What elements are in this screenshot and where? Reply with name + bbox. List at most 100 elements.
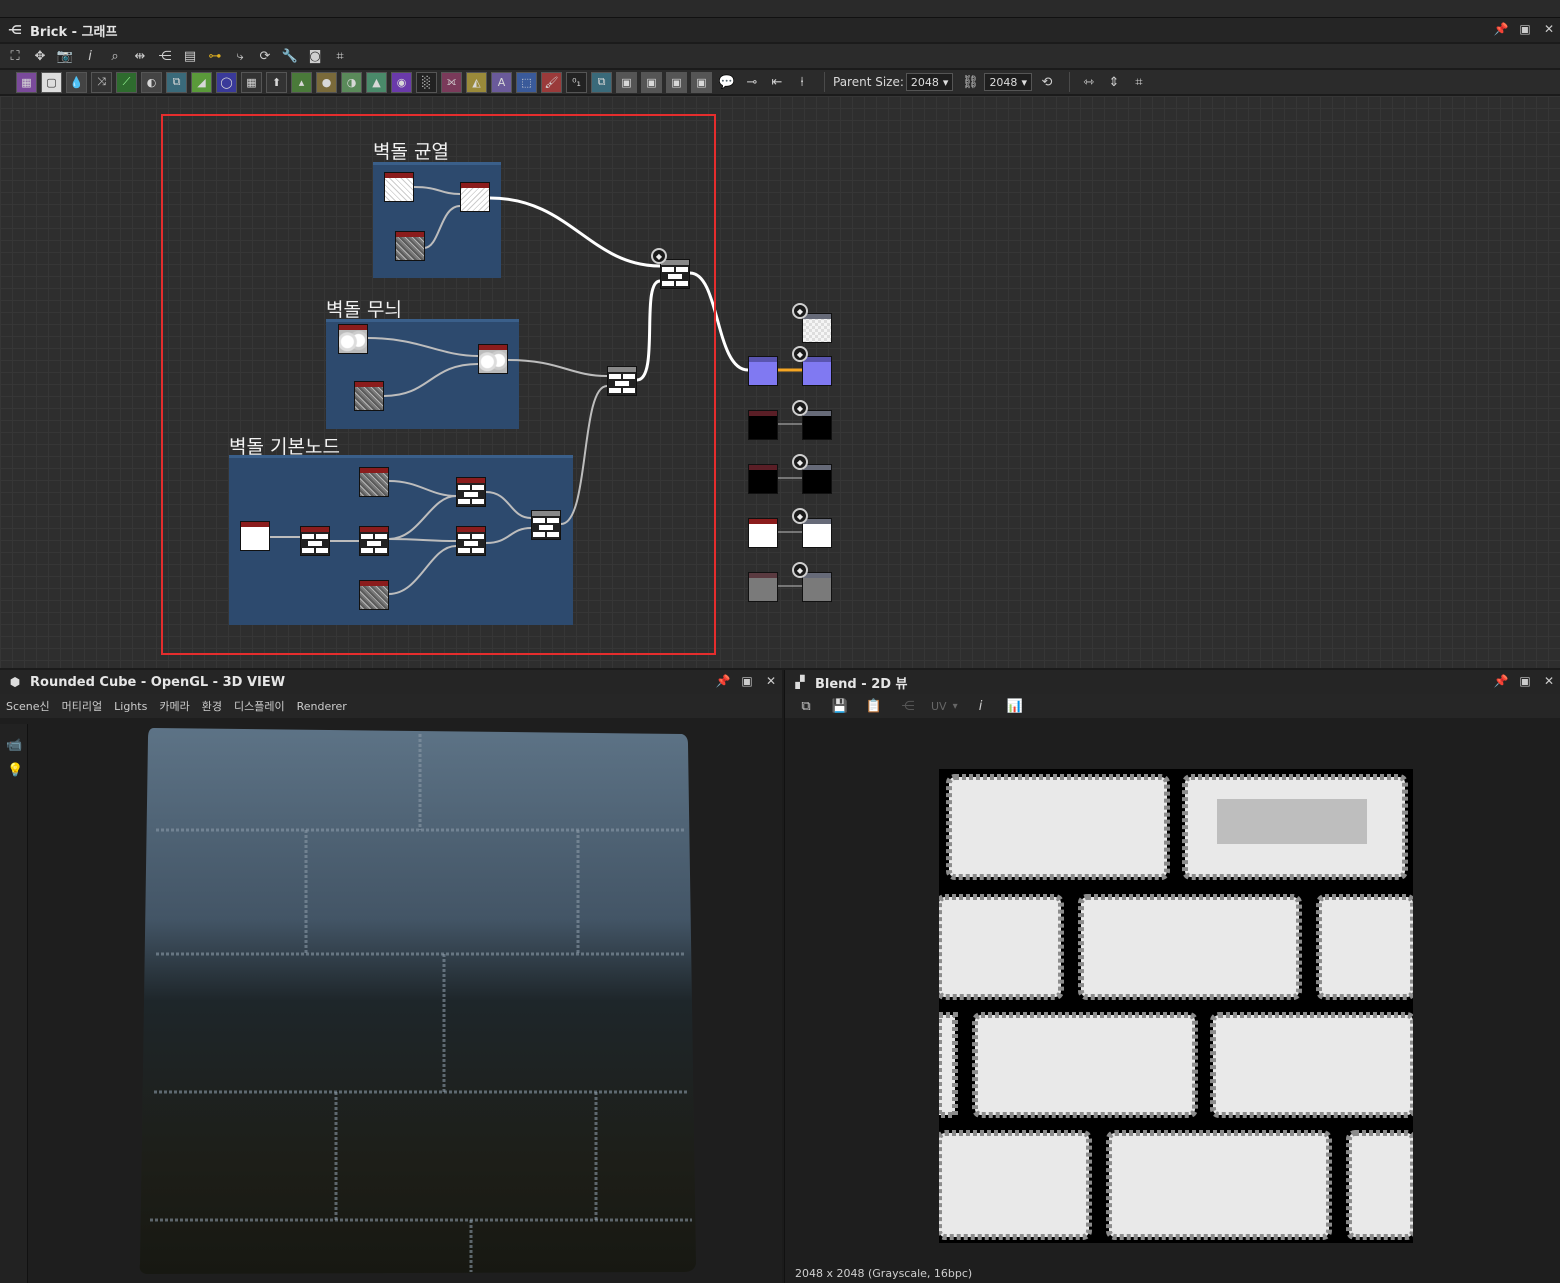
frame-all-icon[interactable]: ⛶ bbox=[4, 45, 26, 67]
save-icon[interactable]: 💾 bbox=[829, 695, 851, 717]
node-metallic[interactable] bbox=[748, 464, 778, 494]
atom-text-icon[interactable]: A bbox=[491, 71, 512, 93]
graph-panel-header: ⋲ Brick - 그래프 📌 ▣ ✕ bbox=[0, 18, 1560, 42]
menu-display[interactable]: 디스플레이 bbox=[234, 698, 285, 714]
output-normal[interactable] bbox=[802, 356, 832, 386]
maximize-icon[interactable]: ▣ bbox=[740, 674, 754, 688]
atom-transform-icon[interactable]: ⧉ bbox=[166, 71, 187, 93]
info-icon[interactable]: i bbox=[970, 695, 992, 717]
atom-levels-icon[interactable]: ◑ bbox=[341, 71, 362, 93]
close-icon[interactable]: ✕ bbox=[1542, 674, 1556, 688]
atom-sample-c-icon[interactable]: ▣ bbox=[666, 71, 687, 93]
atom-shuffle-icon[interactable]: ⤨ bbox=[91, 71, 112, 93]
atom-gradient-icon[interactable]: ◢ bbox=[191, 71, 212, 93]
atom-grid-icon[interactable]: ▦ bbox=[241, 71, 262, 93]
atom-sample-b-icon[interactable]: ▣ bbox=[641, 71, 662, 93]
atom-svg-icon[interactable]: ▢ bbox=[41, 71, 62, 93]
node-ao[interactable] bbox=[748, 518, 778, 548]
atom-tile-icon[interactable]: ⧉ bbox=[591, 71, 612, 93]
graph-canvas[interactable]: 벽돌 균열 벽돌 무늬 벽돌 기본노드 ◆ ◆ ◆ ◆ ◆ ◆ ◆ bbox=[0, 96, 1560, 668]
output-badge-icon: ◆ bbox=[792, 346, 808, 362]
distribute-v-icon[interactable]: ⇕ bbox=[1103, 71, 1125, 93]
viewport-2d-texture[interactable] bbox=[939, 769, 1413, 1243]
library-icon[interactable]: ▤ bbox=[179, 45, 201, 67]
histogram-icon[interactable]: 📊 bbox=[1004, 695, 1026, 717]
atom-histogram-icon[interactable]: ▲ bbox=[366, 71, 387, 93]
comment-icon[interactable]: 💬 bbox=[716, 71, 738, 93]
viewport-3d-render[interactable] bbox=[136, 724, 702, 1280]
atom-hsl-icon[interactable]: ◉ bbox=[391, 71, 412, 93]
menu-camera[interactable]: 카메라 bbox=[159, 698, 189, 714]
uv-toggle[interactable]: UV bbox=[931, 700, 947, 713]
maximize-icon[interactable]: ▣ bbox=[1518, 22, 1532, 36]
refresh-icon[interactable]: ⟳ bbox=[254, 45, 276, 67]
atom-bitmap-icon[interactable]: ▦ bbox=[16, 71, 37, 93]
node-normal[interactable] bbox=[748, 356, 778, 386]
atom-frame-icon[interactable]: ⬚ bbox=[516, 71, 537, 93]
input-icon[interactable]: ⇤ bbox=[766, 71, 788, 93]
atom-warp-icon[interactable]: ⟗ bbox=[441, 71, 462, 93]
atom-emboss-icon[interactable]: ⬆ bbox=[266, 71, 287, 93]
atom-value-icon[interactable]: ⁰₁ bbox=[566, 71, 587, 93]
menu-environment[interactable]: 환경 bbox=[202, 698, 222, 714]
output-height[interactable] bbox=[802, 572, 832, 602]
parent-size-value: 2048 bbox=[910, 75, 939, 89]
search-icon[interactable]: ⌕ bbox=[104, 45, 126, 67]
export-icon[interactable]: ◙ bbox=[304, 45, 326, 67]
view3d-panel: ⬢ Rounded Cube - OpenGL - 3D VIEW 📌 ▣ ✕ … bbox=[0, 670, 782, 1283]
crop-icon[interactable]: ⌗ bbox=[329, 45, 351, 67]
maximize-icon[interactable]: ▣ bbox=[1518, 674, 1532, 688]
node-height[interactable] bbox=[748, 572, 778, 602]
output-metallic[interactable] bbox=[802, 464, 832, 494]
move-icon[interactable]: ✥ bbox=[29, 45, 51, 67]
light-bulb-icon[interactable]: 💡 bbox=[7, 763, 27, 778]
output-ao[interactable] bbox=[802, 518, 832, 548]
close-icon[interactable]: ✕ bbox=[764, 674, 778, 688]
camera-icon[interactable]: 📷 bbox=[54, 45, 76, 67]
atom-sample-a-icon[interactable]: ▣ bbox=[616, 71, 637, 93]
output-basecolor[interactable] bbox=[802, 313, 832, 343]
atom-sample-d-icon[interactable]: ▣ bbox=[691, 71, 712, 93]
wrench-icon[interactable]: 🔧 bbox=[279, 45, 301, 67]
node-roughness[interactable] bbox=[748, 410, 778, 440]
menu-scene[interactable]: Scene신 bbox=[6, 698, 50, 714]
atom-distance-icon[interactable]: ● bbox=[316, 71, 337, 93]
link-icon[interactable]: ⊶ bbox=[204, 45, 226, 67]
video-camera-icon[interactable]: 📹 bbox=[6, 738, 27, 753]
share-icon[interactable]: ⋲ bbox=[897, 695, 919, 717]
output-size-combo[interactable]: 2048 ▾ bbox=[984, 73, 1032, 91]
pin-node-icon[interactable]: ⍿ bbox=[791, 71, 813, 93]
atom-mirror-icon[interactable]: ◭ bbox=[466, 71, 487, 93]
atom-noise-icon[interactable]: ░ bbox=[416, 71, 437, 93]
clipboard-icon[interactable]: 📋 bbox=[863, 695, 885, 717]
distribute-h-icon[interactable]: ⇿ bbox=[1078, 71, 1100, 93]
pin-icon[interactable]: 📌 bbox=[716, 674, 731, 688]
menu-material[interactable]: 머티리얼 bbox=[62, 698, 102, 714]
atom-fill-icon[interactable]: ▴ bbox=[291, 71, 312, 93]
pin-icon[interactable]: 📌 bbox=[1494, 22, 1509, 36]
uv-dropdown-arrow-icon[interactable]: ▾ bbox=[953, 701, 958, 712]
chain-link-icon[interactable]: ⛓ bbox=[959, 71, 981, 93]
parent-size-combo[interactable]: 2048 ▾ bbox=[905, 73, 954, 91]
atom-dissolve-icon[interactable]: ◐ bbox=[141, 71, 162, 93]
atom-uniform-icon[interactable]: ◯ bbox=[216, 71, 237, 93]
graph-toolbar-2: ▦ ▢ 💧 ⤨ ⟋ ◐ ⧉ ◢ ◯ ▦ ⬆ ▴ ● ◑ ▲ ◉ ░ ⟗ ◭ A … bbox=[0, 70, 1560, 94]
snap-icon[interactable]: ⌗ bbox=[1128, 71, 1150, 93]
close-icon[interactable]: ✕ bbox=[1542, 22, 1556, 36]
connector-icon[interactable]: ⤷ bbox=[229, 45, 251, 67]
atom-blur-icon[interactable]: 💧 bbox=[66, 71, 87, 93]
copy-view-icon[interactable]: ⧉ bbox=[795, 695, 817, 717]
reset-icon[interactable]: ⟲ bbox=[1036, 71, 1058, 93]
dot-icon[interactable]: ⊸ bbox=[741, 71, 763, 93]
output-roughness[interactable] bbox=[802, 410, 832, 440]
align-icon[interactable]: ⇹ bbox=[129, 45, 151, 67]
menu-lights[interactable]: Lights bbox=[114, 700, 147, 713]
graph-layout-icon[interactable]: ⋲ bbox=[154, 45, 176, 67]
output-badge-icon: ◆ bbox=[792, 400, 808, 416]
pin-icon[interactable]: 📌 bbox=[1494, 674, 1509, 688]
atom-paint-icon[interactable]: 🖌 bbox=[541, 71, 562, 93]
image-view-icon: ▞ bbox=[795, 675, 805, 689]
info-icon[interactable]: i bbox=[79, 45, 101, 67]
menu-renderer[interactable]: Renderer bbox=[297, 700, 347, 713]
atom-curve-icon[interactable]: ⟋ bbox=[116, 71, 137, 93]
